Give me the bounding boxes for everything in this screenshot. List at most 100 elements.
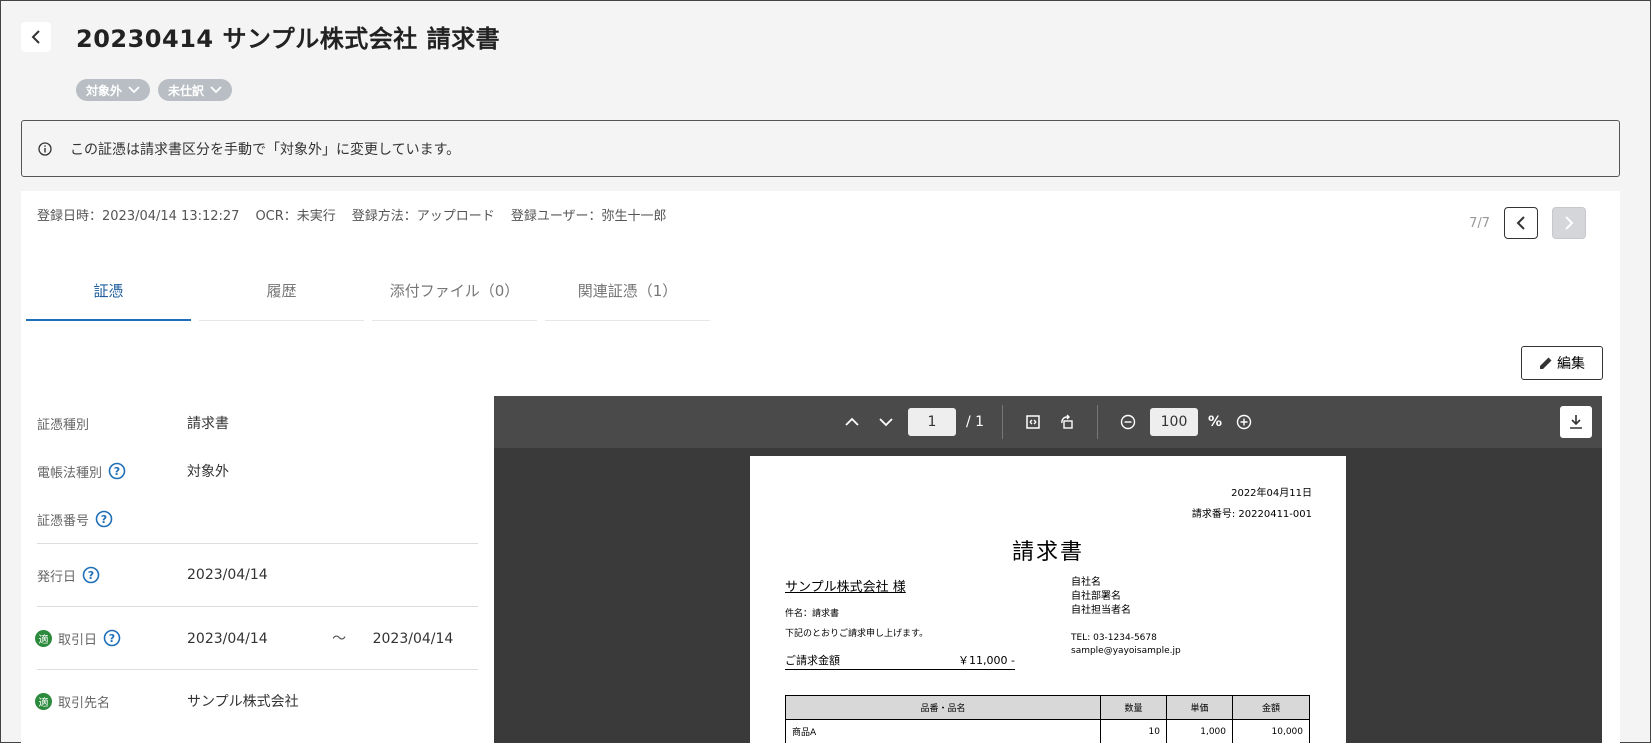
pager-count: 7/7 <box>1469 215 1490 231</box>
invoice-number: 請求番号: 20220411-001 <box>1191 509 1312 520</box>
amount-label: ご請求金額 <box>785 654 840 667</box>
table-row: 商品A 10 1,000 10,000 <box>785 719 1310 743</box>
download-icon <box>1570 415 1582 429</box>
svg-text:?: ? <box>101 513 107 526</box>
amount-value: ￥11,000 - <box>958 654 1015 667</box>
edit-button[interactable]: 編集 <box>1521 346 1603 380</box>
field-issue-date: 発行日 ? 2023/04/14 <box>37 543 478 606</box>
meta-method: 登録方法：アップロード <box>351 209 495 224</box>
viewer-toolbar: 1 / 1 100 % <box>494 396 1602 448</box>
invoice-table: 品番・品名 数量 単価 金額 商品A 10 1,000 10,000 <box>785 695 1310 743</box>
tab-related[interactable]: 関連証憑（1） <box>545 261 710 321</box>
zoom-out-icon[interactable] <box>1116 410 1140 434</box>
svg-text:?: ? <box>88 569 94 582</box>
tag-label: 対象外 <box>86 83 123 98</box>
header <box>21 17 51 57</box>
meta-registered-at: 登録日時：2023/04/14 13:12:27 <box>37 209 240 224</box>
rotate-icon[interactable] <box>1055 410 1079 434</box>
svg-text:?: ? <box>114 465 120 478</box>
meta-ocr: OCR：未実行 <box>255 209 336 224</box>
divider <box>1002 405 1004 439</box>
invoice-contact: TEL: 03-1234-5678 sample@yayoisample.jp <box>1071 632 1181 658</box>
field-value: 2023/04/14 〜 2023/04/14 <box>187 628 453 648</box>
field-transaction-date: 適 取引日 ? 2023/04/14 〜 2023/04/14 <box>35 606 478 669</box>
zoom-unit: % <box>1208 414 1223 430</box>
tab-attachments[interactable]: 添付ファイル（0） <box>372 261 537 321</box>
zoom-input[interactable]: 100 <box>1150 408 1199 436</box>
meta-info: 登録日時：2023/04/14 13:12:27 OCR：未実行 登録方法：アッ… <box>37 205 667 224</box>
document-viewer: 1 / 1 100 % 2022年04月11日 請求番号: 20220411-0… <box>494 396 1602 743</box>
chevron-down-icon <box>128 86 140 94</box>
page-number-input[interactable]: 1 <box>907 408 956 436</box>
invoice-page: 2022年04月11日 請求番号: 20220411-001 請求書 サンプル株… <box>750 456 1346 743</box>
field-value: 2023/04/14 <box>187 567 268 583</box>
tag-label: 未仕訳 <box>168 83 205 98</box>
detail-card: 登録日時：2023/04/14 13:12:27 OCR：未実行 登録方法：アッ… <box>21 191 1620 743</box>
page-title: 20230414 サンプル株式会社 請求書 <box>76 25 501 53</box>
zoom-in-icon[interactable] <box>1232 410 1256 434</box>
invoice-recipient: サンプル株式会社 様 <box>785 580 906 595</box>
field-list: 証憑種別 請求書 電帳法種別 ? 対象外 証憑番号 ? 発行日 ? 2023/0… <box>35 399 478 732</box>
pager: 7/7 <box>1469 207 1586 239</box>
help-icon[interactable]: ? <box>108 462 126 480</box>
table-cell: 10 <box>1100 719 1167 743</box>
sender-line: 自社部署名 <box>1071 591 1121 602</box>
chevron-right-icon <box>1565 216 1574 230</box>
table-header: 数量 <box>1100 695 1167 720</box>
chevron-down-icon <box>210 86 222 94</box>
field-value: サンプル株式会社 <box>187 694 299 710</box>
notice-text: この証憑は請求書区分を手動で「対象外」に変更しています。 <box>70 141 461 158</box>
contact-line: sample@yayoisample.jp <box>1071 646 1181 656</box>
invoice-sender: 自社名 自社部署名 自社担当者名 <box>1071 576 1131 618</box>
table-header-row: 品番・品名 数量 単価 金額 <box>785 695 1310 720</box>
tab-bar: 証憑 履歴 添付ファイル（0） 関連証憑（1） <box>26 261 718 321</box>
next-button[interactable] <box>1552 207 1586 239</box>
info-icon <box>38 141 52 156</box>
chevron-up-icon[interactable] <box>840 410 864 434</box>
table-cell: 10,000 <box>1232 719 1310 743</box>
tag-dropdown[interactable]: 対象外 <box>76 79 151 101</box>
qualified-badge-icon: 適 <box>35 629 52 647</box>
tag-dropdown[interactable]: 未仕訳 <box>158 79 233 101</box>
chevron-left-icon <box>31 30 40 44</box>
field-label: 証憑種別 <box>37 417 90 433</box>
field-value: 対象外 <box>187 464 229 480</box>
chevron-down-icon[interactable] <box>874 410 898 434</box>
date-from: 2023/04/14 <box>187 631 268 647</box>
chevron-left-icon <box>1516 216 1525 230</box>
field-partner: 適 取引先名 サンプル株式会社 <box>35 669 478 732</box>
tab-history[interactable]: 履歴 <box>199 261 364 321</box>
table-header: 品番・品名 <box>785 695 1101 720</box>
contact-line: TEL: 03-1234-5678 <box>1071 633 1157 643</box>
invoice-request: 下記のとおりご請求申し上げます。 <box>785 629 929 639</box>
download-button[interactable] <box>1560 406 1592 438</box>
pencil-icon <box>1540 357 1552 369</box>
svg-text:?: ? <box>109 632 115 645</box>
invoice-title: 請求書 <box>1011 540 1084 565</box>
help-icon[interactable]: ? <box>103 629 121 647</box>
sender-line: 自社担当者名 <box>1071 605 1131 616</box>
edit-button-label: 編集 <box>1557 355 1585 371</box>
tab-evidence[interactable]: 証憑 <box>26 261 191 321</box>
qualified-badge-icon: 適 <box>35 692 52 710</box>
page-total: / 1 <box>965 414 985 430</box>
info-notice: この証憑は請求書区分を手動で「対象外」に変更しています。 <box>21 120 1620 177</box>
field-value: 請求書 <box>187 416 229 432</box>
field-label: 取引日 <box>58 632 98 648</box>
meta-user: 登録ユーザー：弥生十一郎 <box>510 209 667 224</box>
sender-line: 自社名 <box>1071 577 1101 588</box>
field-label: 証憑番号 <box>37 513 90 529</box>
invoice-date: 2022年04月11日 <box>1231 488 1312 499</box>
tag-list: 対象外 未仕訳 <box>76 79 233 101</box>
help-icon[interactable]: ? <box>82 566 100 584</box>
field-doc-type: 証憑種別 請求書 <box>37 399 478 447</box>
fit-width-icon[interactable] <box>1021 410 1045 434</box>
previous-button[interactable] <box>1504 207 1538 239</box>
document-canvas[interactable]: 2022年04月11日 請求番号: 20220411-001 請求書 サンプル株… <box>502 448 1594 743</box>
table-cell: 商品A <box>785 719 1101 743</box>
back-button[interactable] <box>21 22 51 52</box>
table-cell: 1,000 <box>1166 719 1233 743</box>
invoice-amount-row: ご請求金額 ￥11,000 - <box>785 652 1015 670</box>
help-icon[interactable]: ? <box>95 510 113 528</box>
viewer-controls: 1 / 1 100 % <box>840 405 1256 439</box>
